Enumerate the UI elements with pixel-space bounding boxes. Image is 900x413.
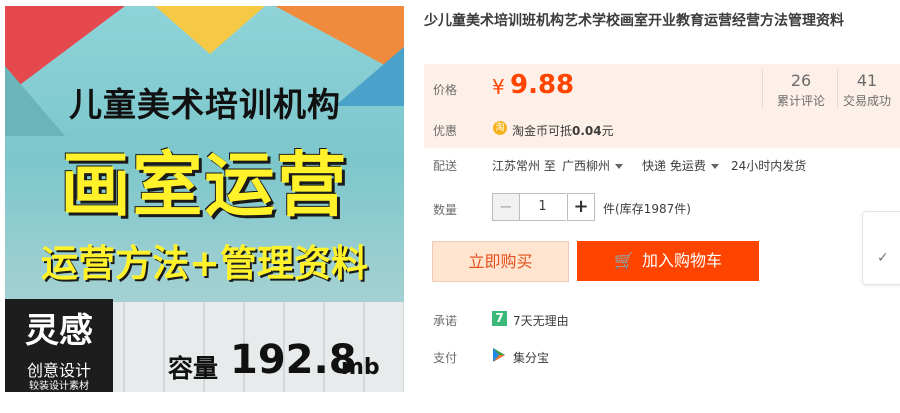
- check-icon: ✓: [877, 250, 889, 266]
- shipping-destination-select[interactable]: 广西柳州: [562, 157, 624, 174]
- promo-label: 优惠: [433, 124, 458, 138]
- stock-text: 件(库存1987件): [603, 202, 691, 216]
- decor-triangle: [155, 6, 265, 54]
- image-size-label: 容量: [168, 354, 219, 383]
- reviews-count[interactable]: 26: [766, 71, 836, 90]
- promise-text[interactable]: 7天无理由: [513, 312, 569, 329]
- price-value: 9.88: [510, 70, 575, 100]
- sales-count: 41: [856, 71, 878, 90]
- quantity-label: 数量: [433, 203, 458, 217]
- image-headline-3: 运营方法+管理资料: [40, 242, 368, 285]
- cart-icon: 🛒: [614, 251, 634, 270]
- image-headline-2: 画室运营: [60, 144, 349, 226]
- shipping-label: 配送: [433, 159, 458, 173]
- image-headline-1: 儿童美术培训机构: [69, 85, 341, 124]
- chevron-down-icon: [710, 164, 719, 169]
- reviews-label[interactable]: 累计评论: [766, 92, 836, 109]
- seven-day-return-icon: 7: [492, 311, 507, 326]
- price-label: 价格: [433, 83, 458, 97]
- brand-logo: 灵感: [25, 311, 93, 351]
- brand-subtext: 较装设计素材: [29, 381, 89, 392]
- chevron-down-icon: [615, 164, 624, 169]
- quantity-increase-button[interactable]: +: [567, 193, 595, 221]
- taobao-coin-icon: 淘: [493, 121, 507, 135]
- shipping-from: 江苏常州 至: [492, 159, 556, 173]
- payment-text[interactable]: 集分宝: [513, 349, 549, 366]
- promise-label: 承诺: [433, 314, 458, 328]
- price-panel: 价格 ¥ 9.88 26 累计评论 41 交易成功 优惠 淘 淘金币可抵0.04…: [424, 64, 900, 148]
- quantity-input[interactable]: 1: [519, 193, 566, 221]
- sales-label: 交易成功: [842, 94, 891, 108]
- currency-symbol: ¥: [492, 75, 505, 99]
- quantity-decrease-button[interactable]: −: [492, 193, 520, 221]
- shipping-time: 24小时内发货: [731, 159, 807, 173]
- brand-logo-box: 灵感 创意设计 较装设计素材: [5, 299, 113, 392]
- jifenbao-icon: [493, 348, 505, 362]
- product-title: 少儿童美术培训班机构艺术学校画室开业教育运营经营方法管理资料: [424, 13, 844, 29]
- side-float-widget[interactable]: ✓: [862, 211, 900, 285]
- add-to-cart-button[interactable]: 🛒 加入购物车: [577, 241, 759, 281]
- buy-now-button[interactable]: 立即购买: [432, 241, 569, 282]
- image-size-unit: mb: [341, 355, 380, 380]
- product-main-image[interactable]: 儿童美术培训机构 画室运营 运营方法+管理资料 灵感 创意设计 较装设计素材 容…: [5, 6, 404, 392]
- shipping-method-select[interactable]: 快递 免运费: [642, 157, 719, 174]
- stat-divider: [762, 70, 763, 108]
- payment-label: 支付: [433, 351, 458, 365]
- image-size-value: 192.8: [230, 337, 357, 383]
- promo-text: 淘金币可抵0.04元: [512, 124, 614, 138]
